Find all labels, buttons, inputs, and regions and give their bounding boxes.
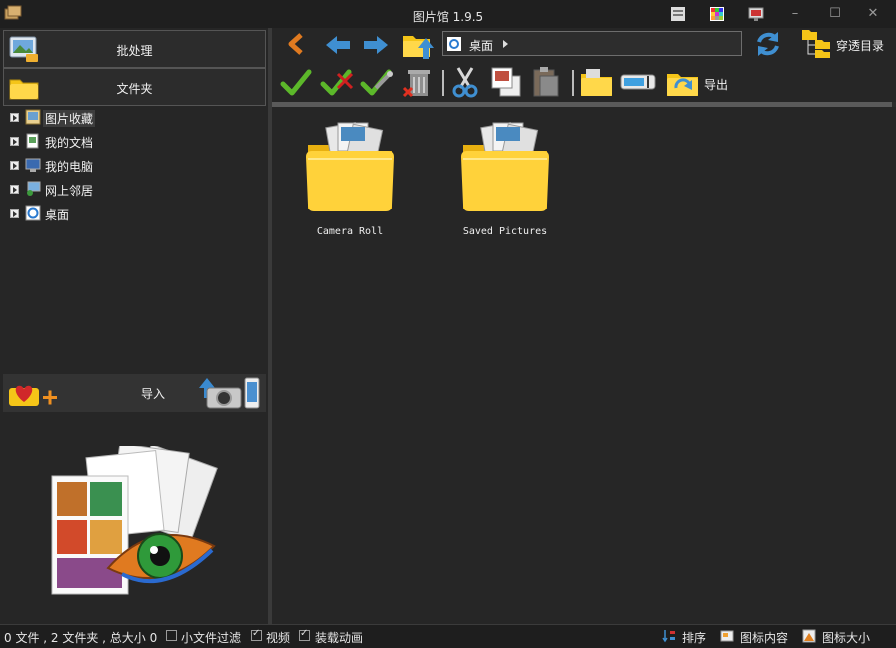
tree-item-label: 桌面 — [45, 208, 70, 222]
folder-tree: 图片收藏 我的文档 我的电脑 网上邻居 桌面 — [0, 106, 268, 226]
small-file-filter-checkbox[interactable] — [166, 630, 177, 641]
tree-item-label: 图片收藏 — [43, 110, 96, 127]
icon-content-label[interactable]: 图标内容 — [740, 629, 788, 646]
tree-item-documents[interactable]: 我的文档 — [0, 130, 268, 154]
forward-arrow-icon[interactable] — [362, 34, 390, 56]
documents-icon — [26, 133, 39, 149]
new-folder-icon[interactable] — [580, 66, 614, 98]
check-tools-icon[interactable] — [360, 68, 394, 98]
rename-icon[interactable] — [620, 72, 656, 92]
sort-icon[interactable] — [662, 629, 676, 643]
check-icon[interactable] — [280, 68, 312, 98]
tree-item-picture-collection[interactable]: 图片收藏 — [0, 106, 268, 130]
back-arrow-icon[interactable] — [324, 34, 352, 56]
cut-scissors-icon[interactable] — [452, 66, 478, 98]
folder-item-label: Saved Pictures — [462, 226, 548, 237]
tree-item-label: 网上邻居 — [45, 184, 94, 198]
check-remove-icon[interactable] — [320, 68, 354, 98]
expand-toggle[interactable] — [10, 161, 19, 170]
minimize-button[interactable]: – — [788, 7, 802, 21]
title-bar: 图片馆 1.9.5 – ☐ ✕ — [0, 0, 896, 30]
icon-size-icon[interactable] — [802, 629, 816, 643]
video-label[interactable]: 视频 — [266, 629, 290, 646]
photo-viewer-logo-icon — [51, 446, 218, 595]
expand-toggle[interactable] — [10, 113, 19, 122]
monitor-icon[interactable] — [748, 6, 764, 22]
computer-icon — [25, 158, 41, 172]
photo-folder-icon — [306, 122, 394, 211]
address-dropdown-icon[interactable] — [503, 40, 508, 48]
network-icon — [27, 181, 41, 196]
address-bar[interactable]: 桌面 — [442, 31, 742, 56]
load-animation-label[interactable]: 装载动画 — [315, 629, 363, 646]
tree-item-network[interactable]: 网上邻居 — [0, 178, 268, 202]
folder-button[interactable]: 文件夹 — [3, 68, 266, 106]
picture-collection-icon — [25, 109, 41, 125]
color-palette-icon[interactable] — [709, 6, 725, 22]
batch-process-label: 批处理 — [116, 44, 153, 58]
copy-image-icon[interactable] — [490, 66, 522, 98]
back-chevron-icon[interactable] — [284, 32, 308, 56]
tree-item-label: 我的电脑 — [45, 160, 94, 174]
address-text: 桌面 — [469, 39, 494, 53]
folder-item-camera-roll[interactable]: Camera Roll — [300, 119, 400, 237]
maximize-button[interactable]: ☐ — [828, 7, 842, 21]
left-panel: 批处理 文件夹 图片收藏 我的文档 我的电脑 网上邻居 桌面 导入 — [0, 28, 268, 624]
paste-icon[interactable] — [530, 66, 562, 98]
sort-label[interactable]: 排序 — [682, 629, 706, 646]
expand-toggle[interactable] — [10, 137, 19, 146]
toolbar-separator — [572, 70, 574, 96]
small-file-filter-label[interactable]: 小文件过滤 — [181, 629, 241, 646]
folder-item-saved-pictures[interactable]: Saved Pictures — [455, 119, 555, 237]
close-button[interactable]: ✕ — [866, 7, 880, 21]
folder-item-label: Camera Roll — [316, 226, 384, 237]
icon-size-label[interactable]: 图标大小 — [822, 629, 870, 646]
desktop-icon — [447, 37, 461, 51]
video-checkbox[interactable] — [251, 628, 262, 641]
import-label: 导入 — [141, 387, 166, 401]
import-button[interactable]: 导入 — [3, 374, 266, 412]
folder-up-icon[interactable] — [402, 30, 436, 60]
tree-item-label: 我的文档 — [45, 136, 94, 150]
batch-process-button[interactable]: 批处理 — [3, 30, 266, 68]
expand-toggle[interactable] — [10, 209, 19, 218]
status-bar: 0 文件 , 2 文件夹 , 总大小 0 小文件过滤 视频 装载动画 排序 图标… — [0, 624, 896, 648]
desktop-icon — [25, 205, 41, 221]
tree-item-desktop[interactable]: 桌面 — [0, 202, 268, 226]
toolbar-separator — [442, 70, 444, 96]
refresh-icon[interactable] — [754, 30, 782, 58]
folder-label: 文件夹 — [116, 82, 153, 96]
file-browser-pane[interactable]: Camera Roll Saved Pictures — [272, 107, 896, 624]
folder-tree-icon[interactable] — [800, 28, 832, 58]
delete-trash-icon[interactable] — [402, 66, 436, 98]
expand-toggle[interactable] — [10, 185, 19, 194]
export-label[interactable]: 导出 — [704, 76, 728, 93]
status-summary: 0 文件 , 2 文件夹 , 总大小 0 — [4, 631, 158, 645]
photo-folder-icon — [461, 122, 549, 211]
view-list-icon[interactable] — [670, 6, 686, 22]
icon-content-icon[interactable] — [720, 629, 734, 643]
tree-mode-label[interactable]: 穿透目录 — [836, 37, 884, 54]
load-animation-checkbox[interactable] — [299, 628, 310, 641]
camera-phone-icon — [199, 377, 260, 409]
tree-item-computer[interactable]: 我的电脑 — [0, 154, 268, 178]
heart-plus-icon — [9, 385, 57, 406]
export-folder-icon[interactable] — [666, 66, 700, 98]
